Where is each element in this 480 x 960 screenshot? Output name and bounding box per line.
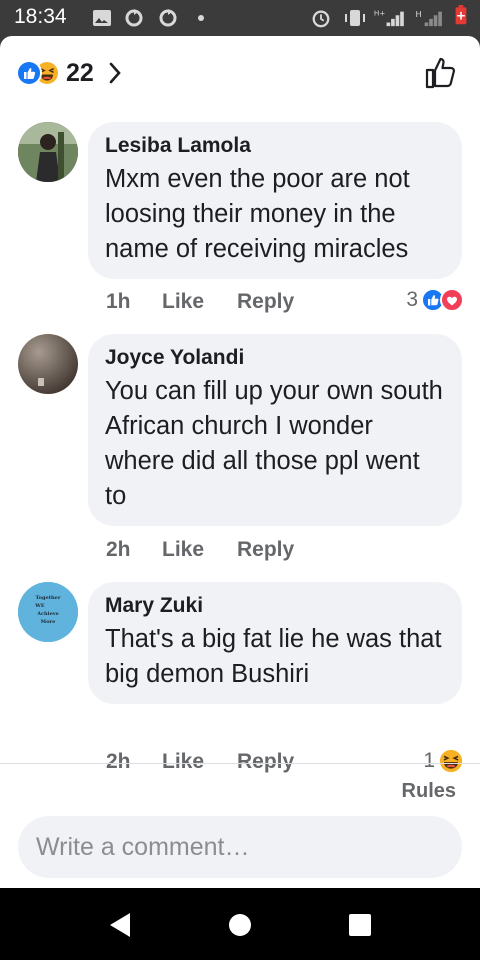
like-button[interactable]: Like: [162, 538, 237, 562]
svg-text:Achieve: Achieve: [36, 611, 59, 617]
reply-button[interactable]: Reply: [237, 538, 294, 562]
avatar-logo-image: Together WE Achieve More: [18, 582, 78, 642]
vibrate-icon: [345, 10, 365, 26]
recent-apps-icon[interactable]: [348, 912, 372, 938]
sheet-header: 22: [0, 36, 480, 108]
reactions-summary-button[interactable]: 22: [16, 58, 122, 88]
reply-button[interactable]: Reply: [237, 750, 294, 774]
comment-text: That's a big fat lie he was that big dem…: [105, 625, 442, 688]
comment-time: 2h: [106, 750, 131, 773]
status-bar: 18:34 H+ H: [0, 0, 480, 36]
comment-bubble[interactable]: Mary Zuki That's a big fat lie he was th…: [88, 582, 462, 704]
back-icon[interactable]: [108, 912, 132, 938]
android-nav-bar: [0, 888, 480, 960]
avatar[interactable]: [18, 122, 78, 182]
comment-actions: 1h Like Reply: [106, 290, 294, 314]
comment-reactions[interactable]: 1: [423, 748, 464, 774]
comment-actions: 2h Like Reply: [106, 538, 294, 562]
svg-text:H+: H+: [374, 8, 386, 17]
comment-bubble[interactable]: Lesiba Lamola Mxm even the poor are not …: [88, 122, 462, 279]
like-button[interactable]: Like: [162, 750, 237, 774]
reply-button[interactable]: Reply: [237, 290, 294, 314]
rules-link[interactable]: Rules: [402, 780, 456, 803]
comments-sheet: 22 Lesiba Lamola Mxm even the poor are n…: [0, 36, 480, 888]
avatar[interactable]: Together WE Achieve More: [18, 582, 78, 642]
comment-author[interactable]: Mary Zuki: [105, 592, 446, 619]
status-time: 18:34: [14, 5, 67, 28]
comment-time: 1h: [106, 290, 131, 313]
comment-reaction-count: 1: [423, 749, 435, 772]
svg-text:Together: Together: [36, 595, 61, 601]
comment-reactions[interactable]: 3: [406, 288, 464, 312]
like-reaction-icon: [16, 60, 42, 86]
gallery-icon: [93, 10, 111, 26]
svg-text:H: H: [416, 9, 422, 19]
comment-actions: 2h Like Reply: [106, 750, 294, 774]
svg-text:WE: WE: [34, 603, 45, 609]
comment-text: Mxm even the poor are not loosing their …: [105, 165, 410, 263]
haha-reaction-icon: [438, 748, 464, 774]
avatar[interactable]: [18, 334, 78, 394]
home-icon[interactable]: [228, 912, 252, 938]
comment-author[interactable]: Joyce Yolandi: [105, 344, 446, 371]
sync-icon: [125, 9, 143, 27]
like-button[interactable]: Like: [162, 290, 237, 314]
sync-icon: [159, 9, 177, 27]
comment-time: 2h: [106, 538, 131, 561]
signal-icon: H: [416, 9, 442, 27]
chevron-right-icon: [109, 62, 121, 84]
reaction-count: 22: [66, 58, 94, 87]
comment-bubble[interactable]: Joyce Yolandi You can fill up your own s…: [88, 334, 462, 526]
alarm-icon: [312, 10, 330, 28]
thumbs-up-icon[interactable]: [424, 56, 458, 90]
dot-icon: [198, 15, 204, 21]
comment-author[interactable]: Lesiba Lamola: [105, 132, 446, 159]
svg-text:More: More: [41, 619, 56, 625]
love-reaction-icon: [440, 288, 464, 312]
signal-icon: H+: [374, 8, 404, 27]
comment-input[interactable]: [18, 816, 462, 878]
comment-reaction-count: 3: [406, 288, 418, 311]
divider: [0, 763, 480, 764]
comment-text: You can fill up your own south African c…: [105, 377, 443, 510]
battery-low-icon: [455, 5, 467, 25]
